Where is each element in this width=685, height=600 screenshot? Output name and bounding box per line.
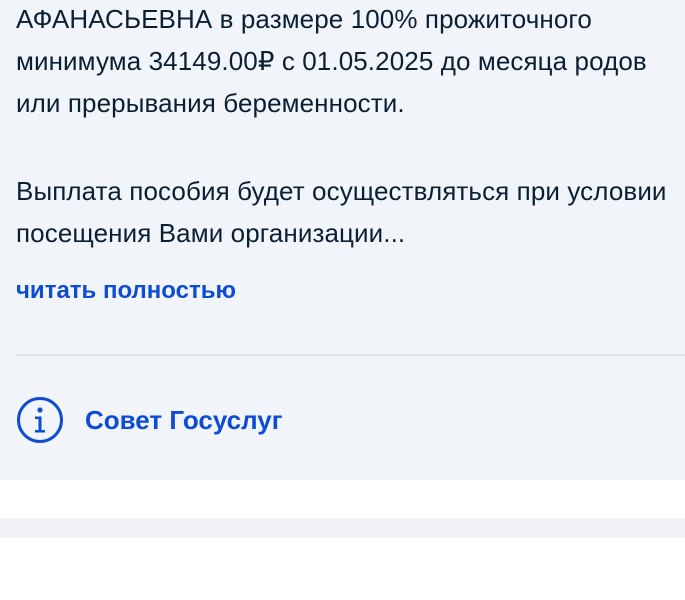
notice-paragraph-1: АФАНАСЬЕВНА в размере 100% прожиточного … <box>16 4 647 118</box>
read-more-link[interactable]: читать полностью <box>16 277 236 305</box>
notice-card: АФАНАСЬЕВНА в размере 100% прожиточного … <box>0 0 685 480</box>
gosuslugi-tip-button[interactable]: Совет Госуслуг <box>16 396 283 444</box>
notice-paragraph-2: Выплата пособия будет осуществляться при… <box>16 176 667 248</box>
section-separator <box>0 518 685 538</box>
divider <box>16 354 685 356</box>
info-icon <box>16 396 64 444</box>
tip-label: Совет Госуслуг <box>85 404 283 435</box>
